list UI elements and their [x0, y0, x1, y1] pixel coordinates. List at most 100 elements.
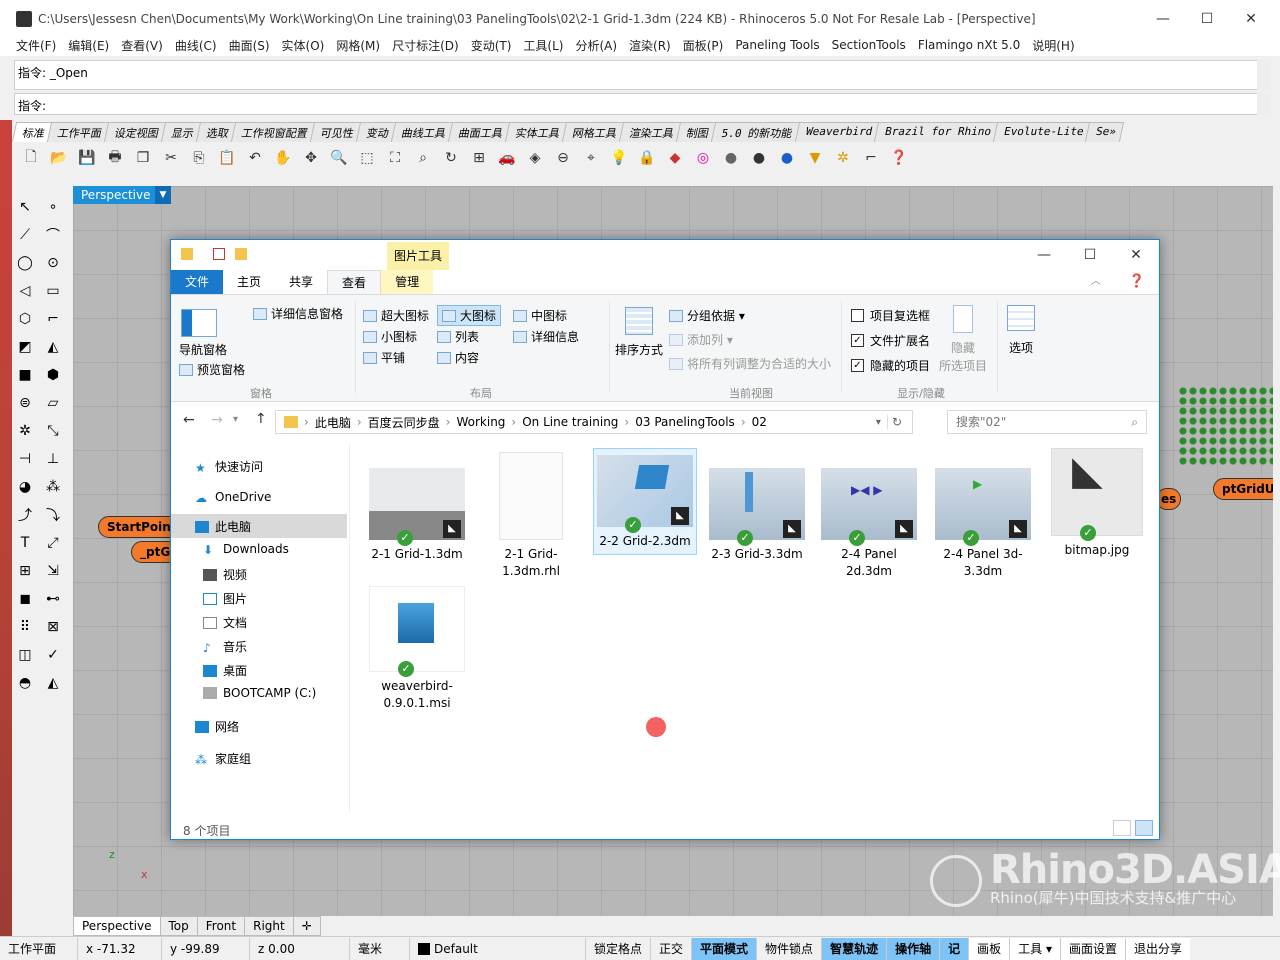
share-tools[interactable]: 工具 ▾ — [1010, 937, 1061, 960]
file-item[interactable]: ✓ ◣ 2-3 Grid-3.3dm — [709, 468, 805, 563]
add-viewport-tab-button[interactable]: ✛ — [292, 916, 321, 936]
trim-icon[interactable]: ⤴ — [14, 504, 36, 526]
text-icon[interactable]: T — [14, 532, 36, 554]
tab-share[interactable]: 共享 — [275, 270, 327, 294]
properties-icon[interactable] — [213, 248, 225, 260]
rotate-icon[interactable]: ↻ — [440, 147, 462, 169]
command-input[interactable]: 指令: — [14, 93, 1258, 115]
layout-content[interactable]: 内容 — [437, 349, 479, 366]
cplane-status[interactable]: 工作平面 — [0, 937, 78, 960]
polygon-icon[interactable]: ⬡ — [14, 308, 36, 330]
toolbar-tab[interactable]: 5.0 的新功能 — [710, 122, 801, 142]
new-folder-icon[interactable] — [235, 248, 247, 260]
menu-file[interactable]: 文件(F) — [16, 37, 56, 54]
cylinder-icon[interactable]: ⊜ — [14, 392, 36, 414]
copy-page-icon[interactable]: ❐ — [132, 147, 154, 169]
menu-mesh[interactable]: 网格(M) — [336, 37, 380, 54]
surface-edit-icon[interactable]: ◭ — [42, 336, 64, 358]
recent-chevron-down-icon[interactable]: ▾ — [233, 414, 238, 425]
car-icon[interactable]: 🚗 — [496, 147, 518, 169]
toolbar-tab[interactable]: 工作平面 — [46, 122, 111, 142]
dimension-tool-icon[interactable]: ⊷ — [42, 588, 64, 610]
breadcrumb-item[interactable]: 03 PanelingTools — [635, 415, 735, 429]
split-icon[interactable]: ⤵ — [42, 504, 64, 526]
toggle-ortho[interactable]: 正交 — [651, 937, 693, 960]
file-item[interactable]: ▶ ✓ ◣ 2-4 Panel 3d-3.3dm — [935, 468, 1031, 580]
lock-icon[interactable]: 🔒 — [636, 147, 658, 169]
toggle-planar[interactable]: 平面模式 — [692, 937, 758, 960]
layout-details[interactable]: 详细信息 — [513, 328, 579, 345]
explode-icon[interactable]: ⇲ — [42, 560, 64, 582]
menu-flamingo[interactable]: Flamingo nXt 5.0 — [918, 38, 1020, 52]
grid-icon[interactable]: ⊞ — [468, 147, 490, 169]
explorer-maximize-button[interactable]: ☐ — [1067, 240, 1113, 270]
menu-analyze[interactable]: 分析(A) — [575, 37, 617, 54]
color-wheel-icon[interactable]: ◎ — [692, 147, 714, 169]
nav-this-pc[interactable]: 此电脑 — [195, 518, 251, 535]
menu-transform[interactable]: 变动(T) — [471, 37, 512, 54]
layout-extra-large-icons[interactable]: 超大图标 — [363, 307, 429, 324]
menu-solid[interactable]: 实体(O) — [282, 37, 325, 54]
command-input-scrollbar[interactable] — [1257, 93, 1270, 115]
polyline-icon[interactable]: ⟋ — [14, 224, 36, 246]
address-bar[interactable]: › 此电脑 › 百度云同步盘 › Working › On Line training… — [275, 410, 913, 434]
points-grid-icon[interactable]: ⠿ — [14, 616, 36, 638]
dimension-icon[interactable]: ⌐ — [860, 147, 882, 169]
file-explorer-window[interactable]: 图片工具 — ☐ ✕ 文件 主页 共享 查看 管理 ︿ ❓ 导航窗格 预览窗格 … — [170, 239, 1160, 840]
lightbulb-icon[interactable]: 💡 — [608, 147, 630, 169]
new-file-icon[interactable]: 🗋 — [20, 147, 42, 169]
snap-icon[interactable]: ⌖ — [580, 147, 602, 169]
forward-arrow-icon[interactable]: → — [211, 412, 223, 428]
menu-dimension[interactable]: 尺寸标注(D) — [392, 37, 459, 54]
up-arrow-icon[interactable]: ↑ — [255, 411, 267, 427]
menu-panels[interactable]: 面板(P) — [683, 37, 724, 54]
options-icon[interactable] — [1007, 305, 1035, 331]
cut-icon[interactable]: ✂ — [160, 147, 182, 169]
sphere-matte-icon[interactable]: ● — [720, 147, 742, 169]
distribute-icon[interactable]: ⊥ — [42, 448, 64, 470]
menu-section-tools[interactable]: SectionTools — [832, 38, 906, 52]
share-panel[interactable]: 画板 — [969, 937, 1011, 960]
toolbar-tab[interactable]: 可见性 — [309, 122, 363, 142]
toggle-gumball[interactable]: 操作轴 — [887, 937, 941, 960]
nav-network[interactable]: 网络 — [195, 718, 239, 735]
viewport-tab-perspective[interactable]: Perspective — [73, 916, 161, 936]
nav-pictures[interactable]: 图片 — [203, 590, 247, 607]
refresh-icon[interactable]: ↻ — [886, 415, 906, 429]
nav-bootcamp-drive[interactable]: BOOTCAMP (C:) — [203, 686, 316, 700]
toolbar-tab[interactable]: 实体工具 — [504, 122, 569, 142]
toolbar-tab[interactable]: Evolute-Lite — [992, 122, 1092, 142]
surface-icon[interactable]: ◩ — [14, 336, 36, 358]
options-button[interactable]: 选项 — [1009, 339, 1033, 356]
layout-small-icons[interactable]: 小图标 — [363, 328, 417, 345]
toolbar-tab[interactable]: 曲线工具 — [390, 122, 455, 142]
share-display-settings[interactable]: 画面设置 — [1060, 937, 1126, 960]
analyze-icon[interactable]: ◓ — [14, 672, 36, 694]
nav-homegroup[interactable]: ⁂ 家庭组 — [195, 750, 251, 767]
layers-icon[interactable]: ◆ — [664, 147, 686, 169]
render-icon[interactable]: ▼ — [804, 147, 826, 169]
render-tool-icon[interactable]: ◭ — [42, 672, 64, 694]
toolbar-tab[interactable]: Weaverbird — [794, 122, 880, 142]
preview-pane-button[interactable]: 预览窗格 — [179, 361, 245, 378]
menu-view[interactable]: 查看(V) — [121, 37, 163, 54]
target-icon[interactable]: ⊖ — [552, 147, 574, 169]
toggle-osnap[interactable]: 物件锁点 — [757, 937, 823, 960]
toolbar-tab[interactable]: 工作视窗配置 — [230, 122, 317, 142]
save-icon[interactable]: 💾 — [76, 147, 98, 169]
fillet-icon[interactable]: ⌐ — [42, 308, 64, 330]
file-extensions-toggle[interactable]: ✓ 文件扩展名 — [851, 332, 930, 349]
grasshopper-node-startpoint[interactable]: StartPoin — [98, 516, 180, 538]
select-icon[interactable]: ↖ — [14, 196, 36, 218]
arc-icon[interactable]: ◁ — [14, 280, 36, 302]
lock-view-icon[interactable]: ◈ — [524, 147, 546, 169]
pan-hand-icon[interactable]: ✋ — [272, 147, 294, 169]
item-checkboxes-toggle[interactable]: 项目复选框 — [851, 307, 930, 324]
details-pane-button[interactable]: 详细信息窗格 — [253, 305, 343, 322]
toggle-grid-snap[interactable]: 锁定格点 — [586, 937, 652, 960]
breadcrumb-item[interactable]: Working — [456, 415, 505, 429]
collapse-ribbon-chevron-icon[interactable]: ︿ — [1077, 270, 1115, 294]
align-icon[interactable]: ⊣ — [14, 448, 36, 470]
nav-music[interactable]: ♪ 音乐 — [203, 638, 247, 655]
group-icon[interactable]: ⊞ — [14, 560, 36, 582]
